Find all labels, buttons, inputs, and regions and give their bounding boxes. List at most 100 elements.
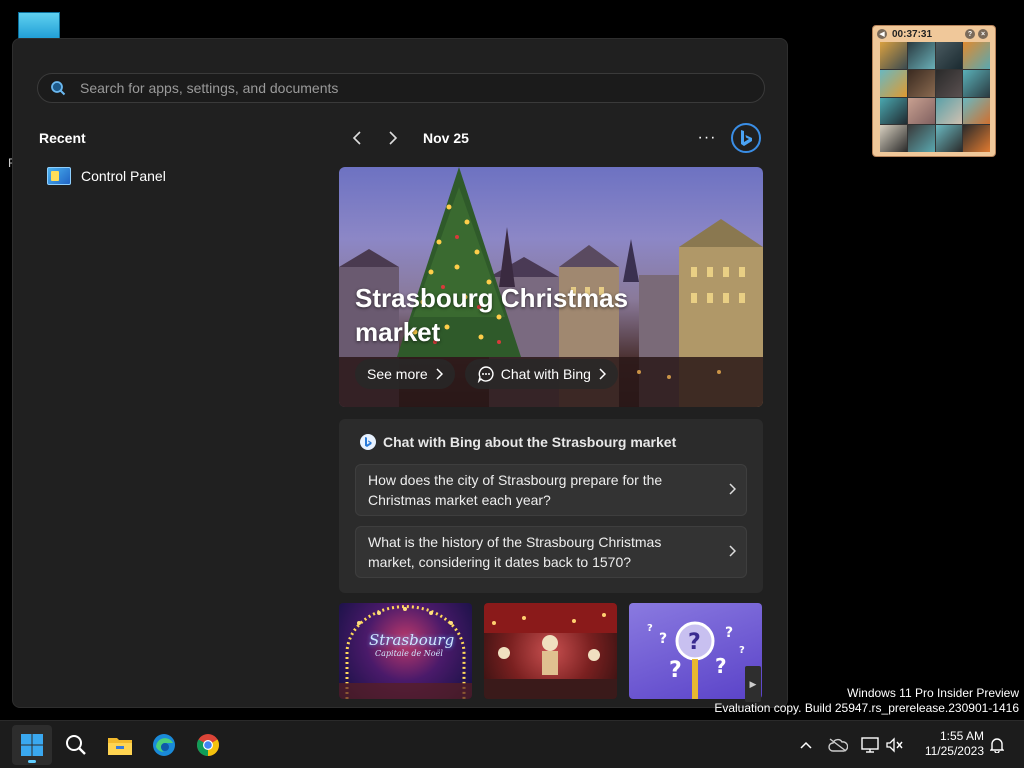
- network-button[interactable]: [858, 721, 882, 768]
- bing-question-1[interactable]: How does the city of Strasbourg prepare …: [355, 464, 747, 516]
- taskbar-search-button[interactable]: [56, 725, 96, 765]
- puzzle-timer: 00:37:31: [892, 28, 933, 40]
- chevron-right-icon: [729, 545, 736, 557]
- bing-icon: [360, 434, 376, 450]
- feed-thumbnails: Strasbourg Capitale de Noël ? ?? ?? ??: [339, 603, 763, 699]
- hero-card[interactable]: Strasbourg Christmas market See more Cha…: [339, 167, 763, 407]
- svg-text:?: ?: [688, 630, 701, 655]
- puzzle-tile[interactable]: [907, 69, 935, 97]
- question-text: How does the city of Strasbourg prepare …: [368, 472, 663, 508]
- bell-icon: [990, 738, 1004, 753]
- chevron-left-icon: [352, 131, 361, 145]
- puzzle-titlebar: ◀ 00:37:31 ? ×: [877, 28, 991, 40]
- chevron-right-icon: [599, 368, 606, 380]
- chat-card-heading: Chat with Bing about the Strasbourg mark…: [359, 433, 676, 451]
- close-icon[interactable]: ×: [978, 29, 988, 39]
- search-icon: [66, 735, 86, 755]
- volume-muted-icon: [886, 737, 903, 753]
- recent-item-label: Control Panel: [81, 168, 166, 184]
- chat-bubble-icon: [477, 366, 494, 383]
- notifications-button[interactable]: [986, 721, 1008, 768]
- search-box[interactable]: [37, 73, 765, 103]
- svg-text:?: ?: [647, 623, 653, 634]
- puzzle-tile[interactable]: [963, 125, 990, 152]
- edge-icon: [153, 734, 175, 756]
- volume-button[interactable]: [884, 721, 906, 768]
- chevron-up-icon: [800, 741, 812, 749]
- prev-day-button[interactable]: [339, 123, 375, 153]
- search-icon: [50, 80, 78, 96]
- chevron-right-icon: [729, 483, 736, 495]
- edge-button[interactable]: [144, 725, 184, 765]
- svg-text:?: ?: [659, 631, 667, 647]
- thumbnail-strasbourg-arch[interactable]: Strasbourg Capitale de Noël: [339, 603, 472, 699]
- puzzle-tile[interactable]: [880, 42, 907, 69]
- puzzle-tile[interactable]: [880, 97, 907, 125]
- see-more-label: See more: [367, 366, 428, 382]
- puzzle-tile[interactable]: [907, 42, 935, 69]
- svg-text:?: ?: [669, 658, 682, 683]
- chevron-right-icon: [389, 131, 398, 145]
- svg-text:?: ?: [739, 645, 745, 656]
- scroll-right-button[interactable]: ▶: [745, 666, 761, 702]
- watermark-line-2: Evaluation copy. Build 25947.rs_prerelea…: [714, 701, 1019, 715]
- thumbnail-market-stall[interactable]: [484, 603, 617, 699]
- start-icon: [21, 734, 43, 756]
- help-icon[interactable]: ?: [965, 29, 975, 39]
- svg-text:?: ?: [715, 654, 727, 678]
- thumbnail-image: [484, 603, 617, 699]
- puzzle-tile[interactable]: [907, 97, 935, 125]
- more-options-button[interactable]: ···: [689, 129, 725, 147]
- chat-card-title: Chat with Bing about the Strasbourg mark…: [383, 434, 677, 450]
- file-explorer-button[interactable]: [100, 725, 140, 765]
- puzzle-tile[interactable]: [963, 42, 990, 69]
- puzzle-tile[interactable]: [935, 42, 963, 69]
- hero-actions: See more Chat with Bing: [355, 359, 628, 389]
- chevron-right-icon: [436, 368, 443, 380]
- feed-nav: Nov 25 ···: [339, 123, 763, 153]
- puzzle-tile[interactable]: [880, 125, 907, 152]
- taskbar-clock[interactable]: 1:55 AM 11/25/2023: [914, 729, 984, 759]
- puzzle-widget[interactable]: ◀ 00:37:31 ? ×: [872, 25, 996, 157]
- search-input[interactable]: [78, 80, 764, 96]
- puzzle-grid[interactable]: [880, 42, 990, 152]
- chrome-button[interactable]: [188, 725, 228, 765]
- bing-question-2[interactable]: What is the history of the Strasbourg Ch…: [355, 526, 747, 578]
- onedrive-button[interactable]: [826, 721, 850, 768]
- recent-item-control-panel[interactable]: Control Panel: [47, 167, 166, 185]
- start-button[interactable]: [12, 725, 52, 765]
- bing-icon[interactable]: [729, 121, 763, 155]
- see-more-button[interactable]: See more: [355, 359, 455, 389]
- puzzle-tile[interactable]: [935, 97, 963, 125]
- chat-with-bing-button[interactable]: Chat with Bing: [464, 359, 618, 389]
- taskbar: 1:55 AM 11/25/2023: [0, 720, 1024, 768]
- watermark-line-1: Windows 11 Pro Insider Preview: [847, 686, 1019, 700]
- thumbnail-image: ? ?? ?? ??: [647, 621, 745, 699]
- chrome-icon: [197, 734, 219, 756]
- feed-date: Nov 25: [423, 130, 469, 146]
- back-icon[interactable]: ◀: [877, 29, 887, 39]
- svg-text:?: ?: [725, 625, 733, 641]
- arch-sign-subtext: Capitale de Noël: [375, 649, 443, 658]
- start-menu: Recent Control Panel Nov 25 ···: [12, 38, 788, 708]
- next-day-button[interactable]: [375, 123, 411, 153]
- file-explorer-icon: [108, 738, 132, 755]
- bing-chat-card: Chat with Bing about the Strasbourg mark…: [339, 419, 763, 593]
- puzzle-tile[interactable]: [935, 69, 963, 97]
- puzzle-tile[interactable]: [935, 125, 963, 152]
- arch-sign-text: Strasbourg: [369, 631, 455, 649]
- clock-date: 11/25/2023: [924, 744, 984, 758]
- puzzle-tile[interactable]: [880, 69, 907, 97]
- puzzle-tile[interactable]: [963, 69, 990, 97]
- question-text: What is the history of the Strasbourg Ch…: [368, 534, 662, 570]
- network-icon: [861, 737, 879, 753]
- puzzle-tile[interactable]: [963, 97, 990, 125]
- control-panel-icon: [47, 167, 71, 185]
- thumbnail-question-marks[interactable]: ? ?? ?? ??: [629, 603, 762, 699]
- onedrive-icon: [828, 738, 848, 752]
- show-hidden-icons-button[interactable]: [796, 721, 816, 768]
- hero-title: Strasbourg Christmas market: [355, 283, 629, 347]
- puzzle-tile[interactable]: [907, 125, 935, 152]
- recent-heading: Recent: [39, 130, 86, 146]
- chat-with-bing-label: Chat with Bing: [500, 366, 591, 382]
